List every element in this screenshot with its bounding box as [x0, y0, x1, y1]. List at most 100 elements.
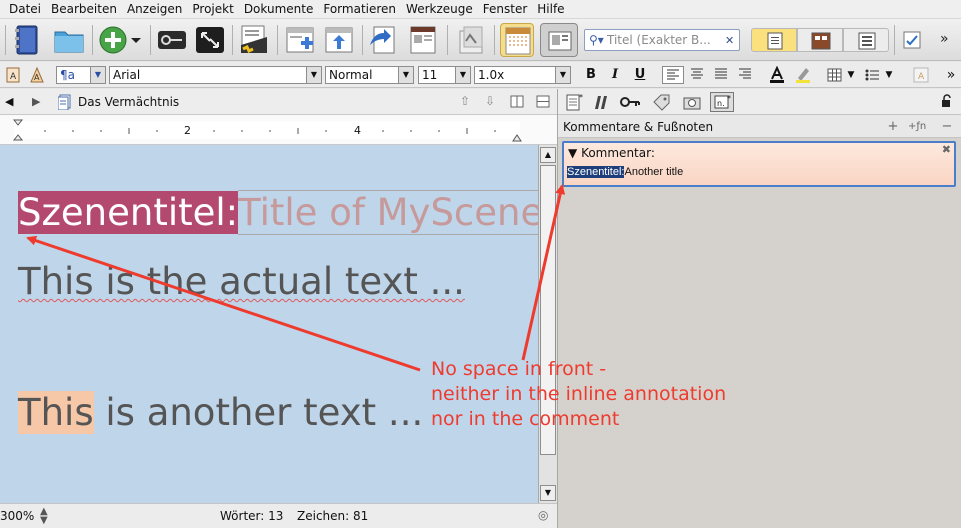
menu-fenster[interactable]: Fenster [478, 2, 533, 16]
add-footnote-icon[interactable]: +ƒn [908, 118, 926, 135]
text-color-icon[interactable] [766, 65, 788, 84]
remove-comment-icon[interactable]: − [938, 118, 956, 135]
line-spacing-value: 1.0x [478, 68, 505, 82]
paragraph-style-select[interactable]: ¶a ▼ [56, 66, 106, 84]
font-size-select[interactable]: 11 ▼ [418, 66, 471, 84]
search-placeholder: Titel (Exakter B... [607, 33, 711, 47]
close-icon[interactable]: ✖ [942, 143, 951, 156]
search-input[interactable]: ⚲▾ Titel (Exakter B... ✕ [584, 29, 740, 51]
toolbar-separator [277, 25, 278, 55]
comment-selected-text: Szenentitel: [567, 166, 625, 178]
align-justify-icon[interactable] [710, 66, 732, 84]
ruler-label: 4 [354, 124, 361, 137]
toolbar-overflow-icon[interactable]: » [940, 31, 956, 49]
inline-image-icon[interactable]: A [910, 66, 932, 84]
menu-bearbeiten[interactable]: Bearbeiten [46, 2, 122, 16]
nav-forward-icon[interactable]: ▶ [32, 95, 40, 108]
chevron-down-icon[interactable] [128, 23, 144, 57]
inline-annotation-label[interactable]: Szenentitel: [18, 191, 239, 234]
document-title[interactable]: Das Vermächtnis [78, 95, 179, 109]
menu-hilfe[interactable]: Hilfe [532, 2, 569, 16]
compile-icon[interactable] [237, 23, 271, 57]
keywords-tab-icon[interactable] [618, 92, 642, 112]
editor-text-area[interactable]: Szenentitel:Title of MyScene This is the… [0, 145, 538, 503]
align-left-icon[interactable] [662, 66, 684, 84]
view-mode-document-icon[interactable] [751, 28, 797, 52]
add-comment-icon[interactable]: + [884, 118, 902, 135]
menu-werkzeuge[interactable]: Werkzeuge [401, 2, 478, 16]
references-tab-icon[interactable] [590, 92, 614, 112]
chevron-down-icon[interactable]: ▼ [844, 66, 858, 84]
nav-back-icon[interactable]: ◀ [5, 95, 13, 108]
scrivenings-icon[interactable] [500, 23, 534, 57]
font-family-select[interactable]: Arial ▼ [109, 66, 322, 84]
disclosure-triangle-icon[interactable]: ▼ [568, 146, 577, 160]
format-style-icon[interactable]: A [2, 66, 24, 84]
clear-search-icon[interactable]: ✕ [725, 34, 739, 47]
annotation-line-3: nor in the comment [431, 408, 620, 430]
chevron-down-icon: ▼ [398, 67, 413, 83]
commented-text[interactable]: This [18, 391, 94, 434]
comments-tab-icon[interactable]: n. * [710, 92, 734, 112]
menu-anzeigen[interactable]: Anzeigen [122, 2, 187, 16]
target-icon[interactable]: ◎ [538, 508, 548, 522]
align-right-icon[interactable] [734, 66, 756, 84]
collections-icon[interactable] [52, 23, 86, 57]
notes-tab-icon[interactable]: * [562, 92, 586, 112]
paragraph-style-value: ¶a [60, 68, 75, 82]
snapshot-icon[interactable] [454, 23, 488, 57]
goto-icon[interactable] [366, 23, 400, 57]
split-add-icon[interactable] [283, 23, 317, 57]
scroll-up-icon[interactable]: ▲ [540, 147, 556, 163]
zoom-stepper-down-icon[interactable]: ▼ [40, 515, 48, 526]
lock-icon[interactable] [940, 94, 952, 111]
ruler[interactable]: 2 4 [0, 115, 557, 145]
zoom-level[interactable]: 300% [0, 509, 34, 523]
arrow-up-icon[interactable]: ⇧ [460, 94, 470, 108]
editor-scrollbar[interactable]: ▲ ▼ [538, 145, 557, 503]
highlight-color-icon[interactable] [792, 66, 814, 84]
list-icon[interactable] [862, 66, 884, 84]
inspector-toggle-icon[interactable] [898, 28, 926, 52]
document-icon[interactable] [57, 94, 72, 113]
scroll-down-icon[interactable]: ▼ [540, 485, 556, 501]
chevron-down-icon[interactable]: ▼ [882, 66, 896, 84]
menu-datei[interactable]: Datei [4, 2, 46, 16]
underline-button[interactable]: U [629, 66, 651, 84]
format-overflow-icon[interactable]: » [940, 66, 961, 84]
keywords-icon[interactable] [155, 23, 189, 57]
split-horizontal-icon[interactable] [536, 95, 550, 111]
arrow-down-icon[interactable]: ⇩ [485, 94, 495, 108]
menu-formatieren[interactable]: Formatieren [318, 2, 401, 16]
comment-header[interactable]: ▼ Kommentar: [568, 146, 655, 160]
comment-rest-text: Another title [624, 166, 684, 178]
view-mode-outliner-icon[interactable] [843, 28, 889, 52]
inline-annotation-text[interactable]: Title of MyScene [238, 190, 538, 235]
split-upload-icon[interactable] [322, 23, 356, 57]
table-icon[interactable] [824, 66, 846, 84]
svg-text:A: A [918, 72, 925, 82]
format-preset-icon[interactable]: A [26, 66, 48, 84]
metadata-tab-icon[interactable] [650, 92, 674, 112]
align-center-icon[interactable] [686, 66, 708, 84]
comment-card[interactable]: ▼ Kommentar: ✖ Szenentitel:Another title [562, 141, 956, 187]
binder-icon[interactable] [10, 23, 44, 57]
bold-button[interactable]: B [580, 66, 602, 84]
outline-view-icon[interactable] [540, 23, 578, 57]
split-vertical-icon[interactable] [510, 95, 524, 111]
word-count: Wörter: 13 [220, 509, 284, 523]
menu-dokumente[interactable]: Dokumente [239, 2, 319, 16]
layout-icon[interactable] [406, 23, 440, 57]
menu-projekt[interactable]: Projekt [187, 2, 238, 16]
add-icon[interactable] [96, 23, 130, 57]
font-family-value: Arial [113, 68, 141, 82]
annotation-note: No space in front - neither in the inlin… [431, 357, 726, 432]
comment-body[interactable]: Szenentitel:Another title [567, 166, 683, 178]
line-spacing-select[interactable]: 1.0x ▼ [474, 66, 571, 84]
font-weight-select[interactable]: Normal ▼ [325, 66, 414, 84]
snapshots-tab-icon[interactable] [680, 92, 704, 112]
comments-header-title: Kommentare & Fußnoten [563, 120, 714, 134]
fullscreen-icon[interactable] [193, 23, 227, 57]
view-mode-corkboard-icon[interactable] [797, 28, 843, 52]
italic-button[interactable]: I [604, 66, 626, 84]
